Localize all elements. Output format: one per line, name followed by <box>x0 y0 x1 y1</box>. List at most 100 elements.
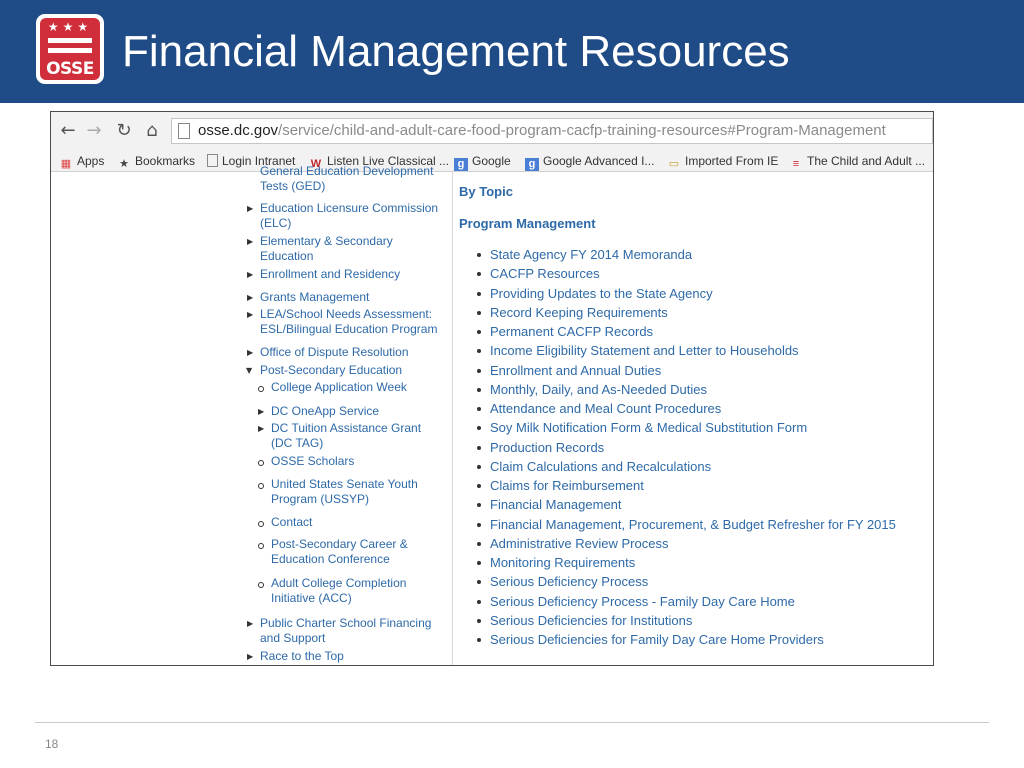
program-management-link[interactable]: Serious Deficiency Process <box>477 574 649 590</box>
bullet-icon <box>477 561 481 565</box>
sub-item-college-app-week[interactable]: College Application Week <box>271 380 407 395</box>
circle-bullet-icon <box>258 460 264 466</box>
program-management-link[interactable]: Enrollment and Annual Duties <box>477 362 662 379</box>
link-label: Serious Deficiencies for Family Day Care… <box>490 632 824 647</box>
home-icon[interactable]: ⌂ <box>141 120 163 142</box>
forward-arrow-icon[interactable]: → <box>83 120 105 142</box>
circle-bullet-icon <box>258 543 264 549</box>
bookmark-child-and-adult[interactable]: ≡ The Child and Adult ... <box>789 153 925 171</box>
bullet-icon <box>477 272 481 277</box>
link-label: Claims for Reimbursement <box>490 478 644 493</box>
program-management-link[interactable]: CACFP Resources <box>477 266 600 282</box>
program-management-link[interactable]: State Agency FY 2014 Memoranda <box>477 247 692 263</box>
folder-icon: ▭ <box>668 158 680 170</box>
sub-item-ussyp[interactable]: United States Senate Youth Program (USSYP… <box>271 477 418 507</box>
bullet-icon <box>477 253 481 257</box>
bullet-icon <box>477 484 481 488</box>
back-arrow-icon[interactable]: ← <box>57 120 79 142</box>
bookmark-imported-from-ie[interactable]: ▭ Imported From IE <box>667 153 779 171</box>
bullet-icon <box>477 349 481 354</box>
nav-item-race-to-top[interactable]: Race to the Top <box>260 649 344 664</box>
sub-item-career-conference[interactable]: Post-Secondary Career & Education Confere… <box>271 537 408 567</box>
bullet-icon <box>477 522 481 527</box>
by-topic-heading: By Topic <box>459 184 513 199</box>
program-management-link[interactable]: Serious Deficiencies for Family Day Care… <box>477 632 824 648</box>
triangle-right-icon: ▶ <box>247 348 254 357</box>
nav-item-elementary-secondary[interactable]: Elementary & Secondary Education <box>260 234 393 264</box>
program-management-link[interactable]: Soy Milk Notification Form & Medical Sub… <box>477 420 807 436</box>
program-management-link[interactable]: Monthly, Daily, and As-Needed Duties <box>477 382 707 398</box>
program-management-link[interactable]: Claims for Reimbursement <box>477 478 644 494</box>
page-number: 18 <box>45 737 59 751</box>
program-management-link[interactable]: Serious Deficiency Process - Family Day … <box>477 594 795 610</box>
link-label: Financial Management, Procurement, & Bud… <box>490 516 896 532</box>
program-management-link[interactable]: Providing Updates to the State Agency <box>477 286 713 302</box>
bookmarks-bar: ▦ Apps ★ Bookmarks Login Intranet W Listen … <box>51 150 933 172</box>
sub-item-osse-scholars[interactable]: OSSE Scholars <box>271 454 354 469</box>
circle-bullet-icon <box>258 483 264 489</box>
link-label: Serious Deficiencies for Institutions <box>490 612 693 628</box>
bookmark-apps[interactable]: ▦ Apps <box>59 153 105 171</box>
nav-item-enrollment-residency[interactable]: Enrollment and Residency <box>260 267 400 282</box>
url-text: osse.dc.gov/service/child-and-adult-care… <box>198 122 886 140</box>
program-management-link[interactable]: Financial Management <box>477 497 622 513</box>
program-management-link[interactable]: Serious Deficiencies for Institutions <box>477 612 693 629</box>
link-label: Serious Deficiency Process <box>490 574 649 590</box>
bookmark-bookmarks[interactable]: ★ Bookmarks <box>117 153 195 171</box>
logo-stars: ★★★ <box>47 20 93 34</box>
apps-grid-icon: ▦ <box>60 158 72 170</box>
page-icon <box>207 154 218 167</box>
bullet-icon <box>477 387 481 392</box>
nav-item-lea-needs[interactable]: LEA/School Needs Assessment: ESL/Bilingua… <box>260 307 437 337</box>
sub-item-dc-oneapp[interactable]: DC OneApp Service <box>271 404 379 419</box>
program-management-link[interactable]: Attendance and Meal Count Procedures <box>477 401 721 417</box>
bullet-icon <box>477 599 481 604</box>
program-management-link[interactable]: Income Eligibility Statement and Letter … <box>477 343 799 359</box>
program-management-link[interactable]: Production Records <box>477 440 604 456</box>
nav-item-dispute-resolution[interactable]: Office of Dispute Resolution <box>260 345 409 360</box>
bullet-icon <box>477 618 481 623</box>
nav-item-grants-management[interactable]: Grants Management <box>260 290 369 305</box>
link-label: Enrollment and Annual Duties <box>490 362 662 378</box>
program-management-link[interactable]: Financial Management, Procurement, & Bud… <box>477 516 896 533</box>
triangle-right-icon: ▶ <box>247 652 254 661</box>
nav-item-charter-financing[interactable]: Public Charter School Financing and Suppo… <box>260 616 431 646</box>
slide-header: ★★★ OSSE Financial Management Resources <box>0 0 1024 103</box>
bullet-icon <box>477 464 481 469</box>
program-management-link[interactable]: Record Keeping Requirements <box>477 305 668 321</box>
browser-screenshot: ← → ↻ ⌂ osse.dc.gov/service/child-and-ad… <box>50 111 934 666</box>
bullet-icon <box>477 580 481 585</box>
program-management-link[interactable]: Permanent CACFP Records <box>477 324 653 340</box>
nav-item-post-secondary[interactable]: Post-Secondary Education <box>260 363 402 378</box>
reload-icon[interactable]: ↻ <box>113 120 135 142</box>
link-label: Financial Management <box>490 497 622 513</box>
bookmark-google[interactable]: g Google <box>454 153 511 171</box>
google-icon: g <box>525 158 539 171</box>
url-path: /service/child-and-adult-care-food-progr… <box>278 122 886 139</box>
bullet-icon <box>477 503 481 508</box>
sub-item-contact[interactable]: Contact <box>271 515 312 530</box>
triangle-right-icon: ▶ <box>247 619 254 628</box>
triangle-right-icon: ▶ <box>247 310 254 319</box>
program-management-link[interactable]: Monitoring Requirements <box>477 555 636 571</box>
link-label: CACFP Resources <box>490 266 600 282</box>
bookmark-google-advanced[interactable]: g Google Advanced I... <box>525 153 654 171</box>
page-content: General Education Development Tests (GED)… <box>51 164 933 665</box>
bullet-icon <box>477 541 481 546</box>
triangle-right-icon: ▶ <box>247 237 254 246</box>
link-label: Monitoring Requirements <box>490 555 636 570</box>
nav-item-ged[interactable]: General Education Development Tests (GED) <box>260 164 433 194</box>
program-management-link[interactable]: Administrative Review Process <box>477 535 669 552</box>
program-management-link[interactable]: Claim Calculations and Recalculations <box>477 459 711 475</box>
url-domain: osse.dc.gov <box>198 122 279 139</box>
osse-logo: ★★★ OSSE <box>36 14 104 84</box>
main-column: By Topic Program Management State Agency… <box>453 172 933 665</box>
sub-item-dc-tag[interactable]: DC Tuition Assistance Grant (DC TAG) <box>271 421 421 451</box>
circle-bullet-icon <box>258 521 264 527</box>
address-bar[interactable]: osse.dc.gov/service/child-and-adult-care… <box>171 118 933 144</box>
triangle-down-icon: ▼ <box>246 366 253 375</box>
sub-item-acc[interactable]: Adult College Completion Initiative (ACC) <box>271 576 406 606</box>
nav-item-elc[interactable]: Education Licensure Commission (ELC) <box>260 201 438 231</box>
link-label: Administrative Review Process <box>490 535 669 551</box>
circle-bullet-icon <box>258 582 264 588</box>
